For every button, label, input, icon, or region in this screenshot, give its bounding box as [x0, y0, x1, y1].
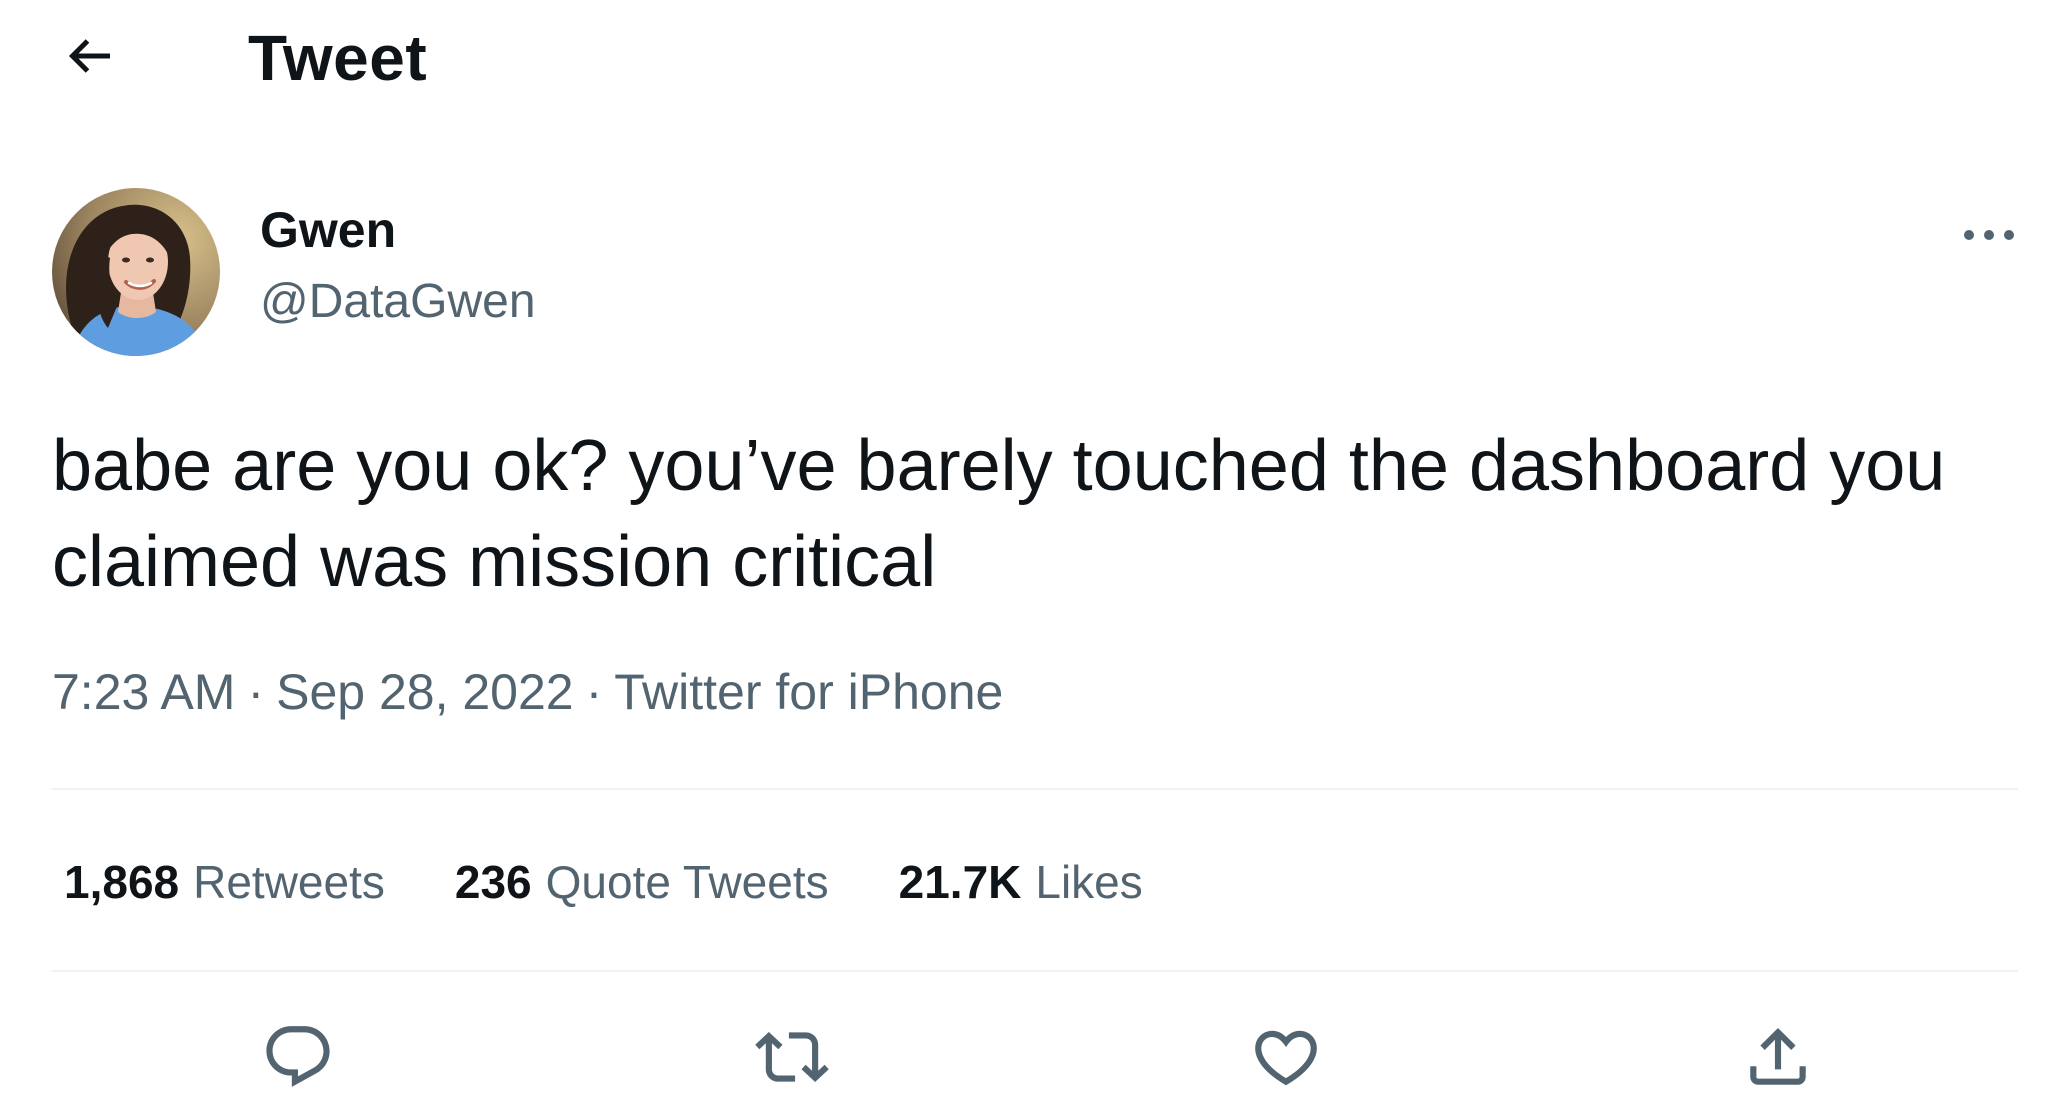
meta-separator: ·	[247, 664, 265, 720]
tweet-source[interactable]: Twitter for iPhone	[614, 664, 1003, 720]
avatar-photo	[52, 188, 220, 356]
back-button[interactable]	[48, 14, 132, 98]
heart-icon	[1255, 1030, 1317, 1086]
tweet-date[interactable]: Sep 28, 2022	[276, 664, 574, 720]
tweet-time[interactable]: 7:23 AM	[52, 664, 235, 720]
share-button[interactable]	[1733, 1012, 1823, 1102]
retweet-icon	[755, 1031, 829, 1083]
quote-tweets-count: 236	[454, 856, 532, 908]
quote-tweets-label: Quote Tweets	[545, 856, 829, 908]
likes-count: 21.7K	[898, 856, 1022, 908]
more-horizontal-icon	[1964, 230, 2014, 240]
page-title: Tweet	[248, 22, 428, 94]
retweets-count: 1,868	[64, 856, 180, 908]
retweets-label: Retweets	[193, 856, 385, 908]
arrow-left-icon	[68, 39, 110, 73]
tweet-meta: 7:23 AM · Sep 28, 2022 · Twitter for iPhone	[52, 660, 1003, 724]
avatar[interactable]	[52, 188, 220, 356]
retweets-stat[interactable]: 1,868 Retweets	[64, 850, 385, 914]
meta-separator: ·	[585, 664, 603, 720]
likes-stat[interactable]: 21.7K Likes	[899, 850, 1143, 914]
header: Tweet	[0, 0, 2048, 120]
reply-icon	[266, 1026, 330, 1087]
divider	[52, 788, 2018, 790]
reply-button[interactable]	[253, 1012, 343, 1102]
quote-tweets-stat[interactable]: 236 Quote Tweets	[455, 850, 829, 914]
tweet-text: babe are you ok? you’ve barely touched t…	[52, 426, 1946, 602]
share-icon	[1750, 1027, 1806, 1085]
likes-label: Likes	[1035, 856, 1143, 908]
author-handle[interactable]: @DataGwen	[260, 272, 536, 332]
retweet-button[interactable]	[747, 1012, 837, 1102]
author-name[interactable]: Gwen	[260, 200, 396, 260]
like-button[interactable]	[1241, 1012, 1331, 1102]
tweet-stats: 1,868 Retweets 236 Quote Tweets 21.7K Li…	[64, 850, 1143, 914]
tweet-detail-page: Tweet Gwen @DataGwen babe are you ok? yo…	[0, 0, 2048, 1114]
more-options-button[interactable]	[1954, 205, 2024, 265]
divider	[52, 970, 2018, 972]
